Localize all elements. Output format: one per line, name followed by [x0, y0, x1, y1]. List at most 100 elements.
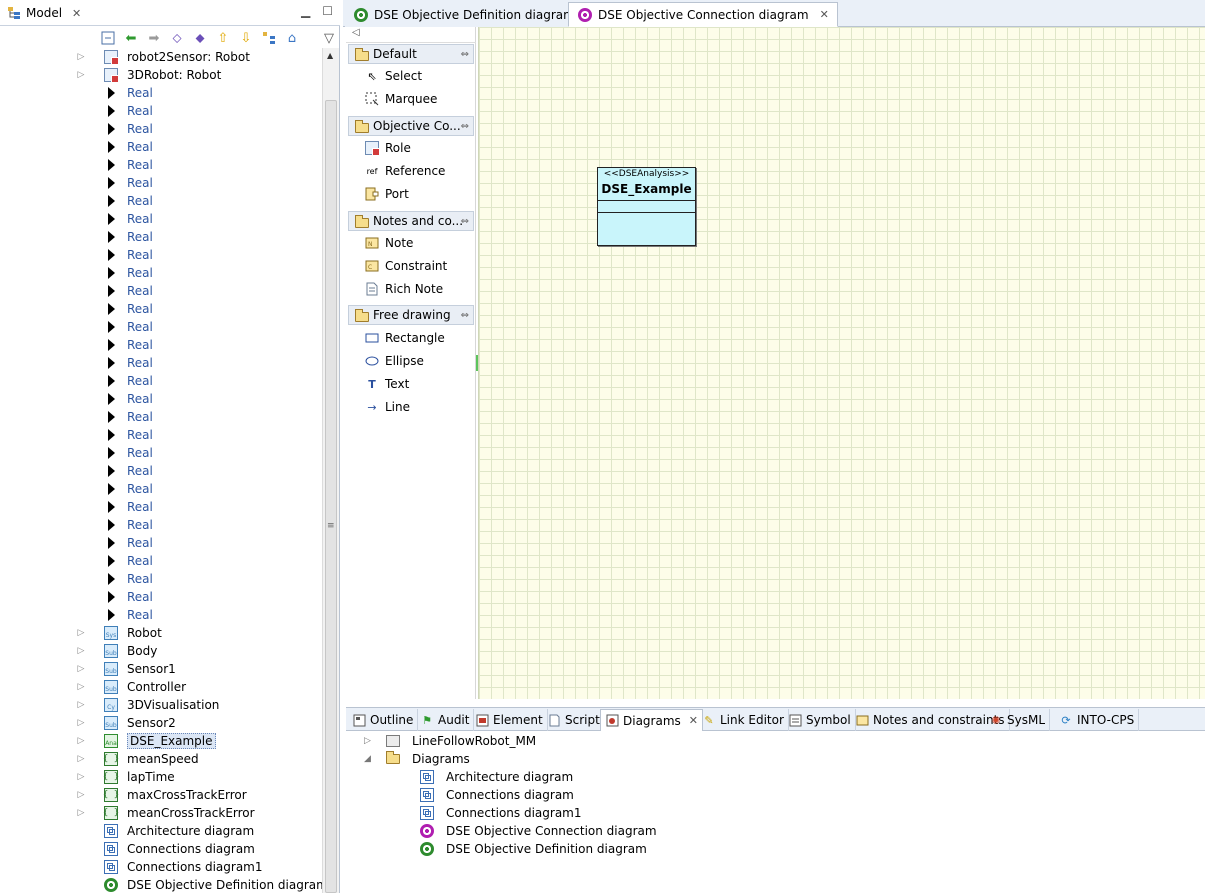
expand-arrow-icon[interactable]: ▷: [76, 736, 86, 746]
tab-audit[interactable]: ⚑ Audit: [416, 709, 475, 731]
model-view-tab[interactable]: Model ✕: [0, 0, 340, 26]
tree-item[interactable]: Real: [0, 300, 322, 318]
tab-diagrams[interactable]: Diagrams ✕: [600, 709, 703, 731]
tree-item[interactable]: Real: [0, 228, 322, 246]
dse-analysis-node[interactable]: <<DSEAnalysis>> DSE_Example: [597, 167, 696, 246]
tree-item[interactable]: Real: [0, 372, 322, 390]
tree-item[interactable]: Real: [0, 138, 322, 156]
pin-icon[interactable]: ⇔: [461, 216, 469, 227]
drawer-default[interactable]: Default ⇔: [348, 44, 474, 64]
tree-item[interactable]: Real: [0, 120, 322, 138]
tree-item[interactable]: ▷ Sub Body: [0, 642, 322, 660]
tree-item[interactable]: Real: [0, 174, 322, 192]
tree-item[interactable]: Real: [0, 336, 322, 354]
tool-line[interactable]: → Line: [364, 397, 410, 417]
tree-item[interactable]: Connections diagram: [0, 840, 322, 858]
tree-item[interactable]: Real: [0, 480, 322, 498]
tree-item[interactable]: Architecture diagram: [0, 822, 322, 840]
tool-note[interactable]: N Note: [364, 233, 413, 253]
tree-item[interactable]: Real: [0, 516, 322, 534]
tree-item[interactable]: Real: [0, 318, 322, 336]
tree-item[interactable]: ▷ { } maxCrossTrackError: [0, 786, 322, 804]
sash-marker[interactable]: [476, 355, 478, 371]
tool-ellipse[interactable]: Ellipse: [364, 351, 424, 371]
tool-marquee[interactable]: Marquee: [364, 89, 437, 109]
close-tab-icon[interactable]: ✕: [820, 8, 829, 21]
tree-item[interactable]: ▷ Cy 3DVisualisation: [0, 696, 322, 714]
maximize-icon[interactable]: ☐: [322, 4, 333, 18]
tool-constraint[interactable]: C Constraint: [364, 256, 447, 276]
pin-icon[interactable]: ⇔: [461, 121, 469, 132]
tab-sysml[interactable]: ✺ SysML: [985, 709, 1051, 731]
collapse-all-icon[interactable]: [100, 30, 116, 46]
diagram-canvas[interactable]: [478, 27, 1205, 699]
expand-arrow-icon[interactable]: ▷: [364, 736, 386, 746]
expand-arrow-icon[interactable]: ▷: [76, 790, 86, 800]
expand-arrow-icon[interactable]: ▷: [76, 682, 86, 692]
tree-item[interactable]: Real: [0, 264, 322, 282]
tree-item[interactable]: Real: [0, 534, 322, 552]
expand-arrow-icon[interactable]: ▷: [76, 700, 86, 710]
tree-item[interactable]: Real: [0, 606, 322, 624]
forward-arrow-icon[interactable]: ➡: [146, 30, 162, 46]
scrollbar-thumb[interactable]: [325, 100, 337, 893]
tool-rich-note[interactable]: Rich Note: [364, 279, 443, 299]
tree-item[interactable]: ▷ Sub Sensor2: [0, 714, 322, 732]
tree-item[interactable]: DSE Objective Definition diagram: [0, 876, 322, 893]
tree-item[interactable]: Real: [0, 210, 322, 228]
expand-arrow-icon[interactable]: ▷: [76, 646, 86, 656]
tree-item[interactable]: Real: [0, 552, 322, 570]
palette-collapse-button[interactable]: ◁: [346, 27, 476, 43]
tab-link-editor[interactable]: ✎ Link Editor: [698, 709, 789, 731]
diagrams-tree-item[interactable]: ▷ LineFollowRobot_MM: [364, 732, 536, 750]
tree-item[interactable]: ▷ { } lapTime: [0, 768, 322, 786]
tree-item[interactable]: Real: [0, 354, 322, 372]
tool-select[interactable]: ⇖ Select: [364, 66, 422, 86]
tab-element[interactable]: Element: [471, 709, 548, 731]
tree-item[interactable]: Real: [0, 156, 322, 174]
tool-port[interactable]: Port: [364, 184, 409, 204]
tree-item[interactable]: Real: [0, 498, 322, 516]
tree-item[interactable]: Connections diagram1: [0, 858, 322, 876]
tab-dse-objective-connection[interactable]: DSE Objective Connection diagram ✕: [568, 2, 838, 27]
tree-item[interactable]: Real: [0, 462, 322, 480]
tree-item[interactable]: ▷ robot2Sensor: Robot: [0, 48, 322, 66]
diagrams-tree-item[interactable]: Connections diagram1: [420, 804, 582, 822]
close-tab-icon[interactable]: ✕: [689, 714, 698, 727]
model-tree-scrollbar[interactable]: ▲ ≡: [322, 48, 339, 893]
tree-item[interactable]: ▷ Sub Controller: [0, 678, 322, 696]
diagrams-tree-item[interactable]: DSE Objective Connection diagram: [420, 822, 657, 840]
link-previous-icon[interactable]: ⬦: [169, 30, 185, 46]
view-menu-icon[interactable]: ▽: [321, 30, 337, 46]
tab-symbol[interactable]: Symbol: [784, 709, 856, 731]
expand-arrow-icon[interactable]: ▷: [76, 664, 86, 674]
tree-item[interactable]: ▷ { } meanCrossTrackError: [0, 804, 322, 822]
tool-reference[interactable]: ref Reference: [364, 161, 446, 181]
home-icon[interactable]: ⌂: [284, 30, 300, 46]
tool-text[interactable]: T Text: [364, 374, 409, 394]
tab-outline[interactable]: Outline: [348, 709, 419, 731]
expand-arrow-icon[interactable]: ▷: [76, 52, 86, 62]
tree-item[interactable]: Real: [0, 444, 322, 462]
tree-item[interactable]: ▷ { } meanSpeed: [0, 750, 322, 768]
tree-item[interactable]: Real: [0, 246, 322, 264]
diagrams-tree-item[interactable]: Architecture diagram: [420, 768, 573, 786]
diagrams-tree-item[interactable]: Connections diagram: [420, 786, 574, 804]
tree-item[interactable]: Real: [0, 84, 322, 102]
drawer-free-drawing[interactable]: Free drawing ⇔: [348, 305, 474, 325]
scroll-up-icon[interactable]: ▲: [327, 51, 333, 60]
tree-item[interactable]: Real: [0, 282, 322, 300]
back-arrow-icon[interactable]: ⬅: [123, 30, 139, 46]
diagrams-tree-item[interactable]: ◢ Diagrams: [364, 750, 470, 768]
collapse-arrow-icon[interactable]: ◢: [364, 754, 386, 764]
tree-item[interactable]: ▷ Sys Robot: [0, 624, 322, 642]
tree-item[interactable]: ▷ Ana DSE_Example: [0, 732, 322, 750]
down-arrow-icon[interactable]: ⇩: [238, 30, 254, 46]
expand-arrow-icon[interactable]: ▷: [76, 70, 86, 80]
tree-item[interactable]: Real: [0, 192, 322, 210]
tree-item[interactable]: Real: [0, 408, 322, 426]
link-next-icon[interactable]: ⬥: [192, 30, 208, 46]
tab-dse-objective-definition[interactable]: DSE Objective Definition diagram: [345, 2, 583, 27]
drawer-objective-connection[interactable]: Objective Co... ⇔: [348, 116, 474, 136]
expand-arrow-icon[interactable]: ▷: [76, 754, 86, 764]
